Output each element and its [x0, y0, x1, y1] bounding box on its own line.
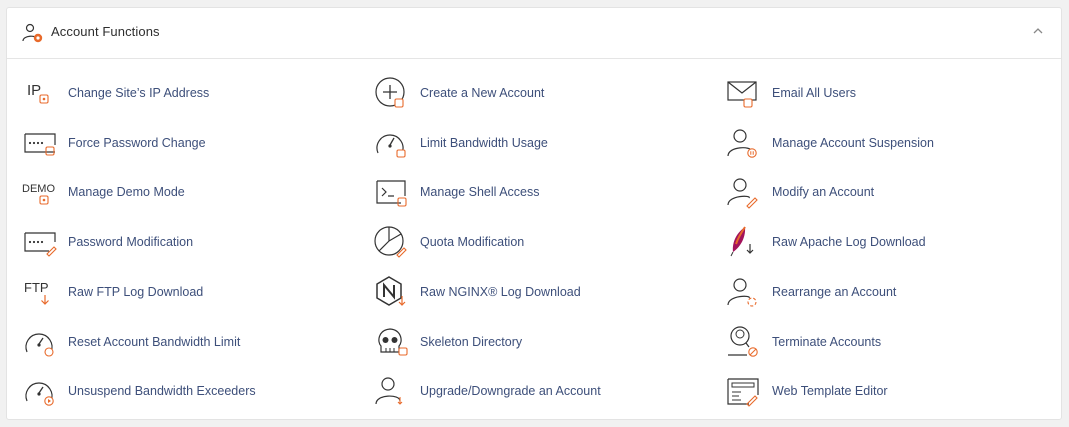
function-link-item[interactable]: Raw Apache Log Download — [725, 222, 926, 262]
gauge-limit-icon — [376, 134, 406, 158]
function-link-item[interactable]: Quota Modification — [373, 222, 524, 262]
function-link-item[interactable]: Email All Users — [725, 73, 856, 113]
skull-icon — [378, 328, 408, 356]
svg-text:IP: IP — [27, 82, 41, 99]
svg-text:FTP: FTP — [24, 280, 49, 295]
function-link-item[interactable]: Limit Bandwidth Usage — [373, 123, 548, 163]
function-link-item[interactable]: Unsuspend Bandwidth Exceeders — [21, 371, 256, 411]
function-link-item[interactable]: Upgrade/Downgrade an Account — [373, 371, 601, 411]
user-swap-icon — [375, 377, 403, 405]
user-move-icon — [727, 278, 757, 307]
function-link-label[interactable]: Rearrange an Account — [772, 285, 896, 299]
user-edit-icon — [727, 178, 758, 209]
nginx-download-icon — [376, 276, 406, 306]
function-link-label[interactable]: Raw FTP Log Download — [68, 285, 203, 299]
template-editor-icon — [727, 378, 759, 407]
function-link-item[interactable]: Manage Account Suspension — [725, 123, 934, 163]
function-link-item[interactable]: DEMO Manage Demo Mode — [21, 172, 185, 212]
user-search-block-icon — [728, 326, 758, 357]
ip-icon: IP — [27, 82, 49, 104]
function-link-label[interactable]: Manage Demo Mode — [68, 185, 185, 199]
chevron-up-icon[interactable] — [1031, 24, 1045, 38]
function-link-item[interactable]: Rearrange an Account — [725, 272, 896, 312]
gauge-reset-icon — [25, 333, 54, 357]
function-link-label[interactable]: Change Site’s IP Address — [68, 86, 209, 100]
function-link-item[interactable]: Raw NGINX® Log Download — [373, 272, 581, 312]
function-link-item[interactable]: Modify an Account — [725, 172, 874, 212]
function-link-label[interactable]: Raw NGINX® Log Download — [420, 285, 581, 299]
function-link-item[interactable]: FTP Raw FTP Log Download — [21, 272, 203, 312]
account-functions-panel: Account Functions IP Change Site’s IP Add… — [6, 7, 1062, 420]
ftp-download-icon: FTP — [24, 280, 49, 305]
function-link-label[interactable]: Upgrade/Downgrade an Account — [420, 384, 601, 398]
section-title: Account Functions — [51, 24, 160, 39]
function-link-item[interactable]: Skeleton Directory — [373, 322, 522, 362]
password-field-icon — [24, 133, 56, 156]
function-link-label[interactable]: Limit Bandwidth Usage — [420, 136, 548, 150]
function-link-item[interactable]: Force Password Change — [21, 123, 206, 163]
function-link-label[interactable]: Terminate Accounts — [772, 335, 881, 349]
function-link-label[interactable]: Manage Shell Access — [420, 185, 540, 199]
svg-text:DEMO: DEMO — [22, 183, 55, 195]
function-link-item[interactable]: Manage Shell Access — [373, 172, 540, 212]
function-link-label[interactable]: Web Template Editor — [772, 384, 888, 398]
function-link-item[interactable]: Reset Account Bandwidth Limit — [21, 322, 240, 362]
demo-icon: DEMO — [22, 183, 55, 205]
function-link-label[interactable]: Quota Modification — [420, 235, 524, 249]
panel-header[interactable]: Account Functions — [7, 8, 1061, 59]
function-link-item[interactable]: Password Modification — [21, 222, 193, 262]
function-link-label[interactable]: Password Modification — [68, 235, 193, 249]
plus-circle-icon — [375, 77, 405, 108]
apache-feather-icon — [730, 226, 754, 257]
function-link-label[interactable]: Create a New Account — [420, 86, 544, 100]
terminal-icon — [376, 180, 407, 207]
password-edit-icon — [24, 232, 57, 257]
gauge-play-icon — [25, 382, 54, 406]
function-link-label[interactable]: Manage Account Suspension — [772, 136, 934, 150]
function-link-label[interactable]: Reset Account Bandwidth Limit — [68, 335, 240, 349]
function-link-label[interactable]: Force Password Change — [68, 136, 206, 150]
user-pause-icon — [727, 129, 757, 158]
function-link-label[interactable]: Email All Users — [772, 86, 856, 100]
function-link-item[interactable]: Create a New Account — [373, 73, 544, 113]
function-link-item[interactable]: IP Change Site’s IP Address — [21, 73, 209, 113]
function-link-item[interactable]: Web Template Editor — [725, 371, 888, 411]
function-link-item[interactable]: Terminate Accounts — [725, 322, 881, 362]
function-link-label[interactable]: Modify an Account — [772, 185, 874, 199]
user-gear-icon — [22, 23, 43, 43]
pie-chart-icon — [374, 226, 407, 258]
function-link-label[interactable]: Skeleton Directory — [420, 335, 522, 349]
envelope-icon — [727, 81, 757, 108]
function-link-label[interactable]: Raw Apache Log Download — [772, 235, 926, 249]
function-link-label[interactable]: Unsuspend Bandwidth Exceeders — [68, 384, 256, 398]
